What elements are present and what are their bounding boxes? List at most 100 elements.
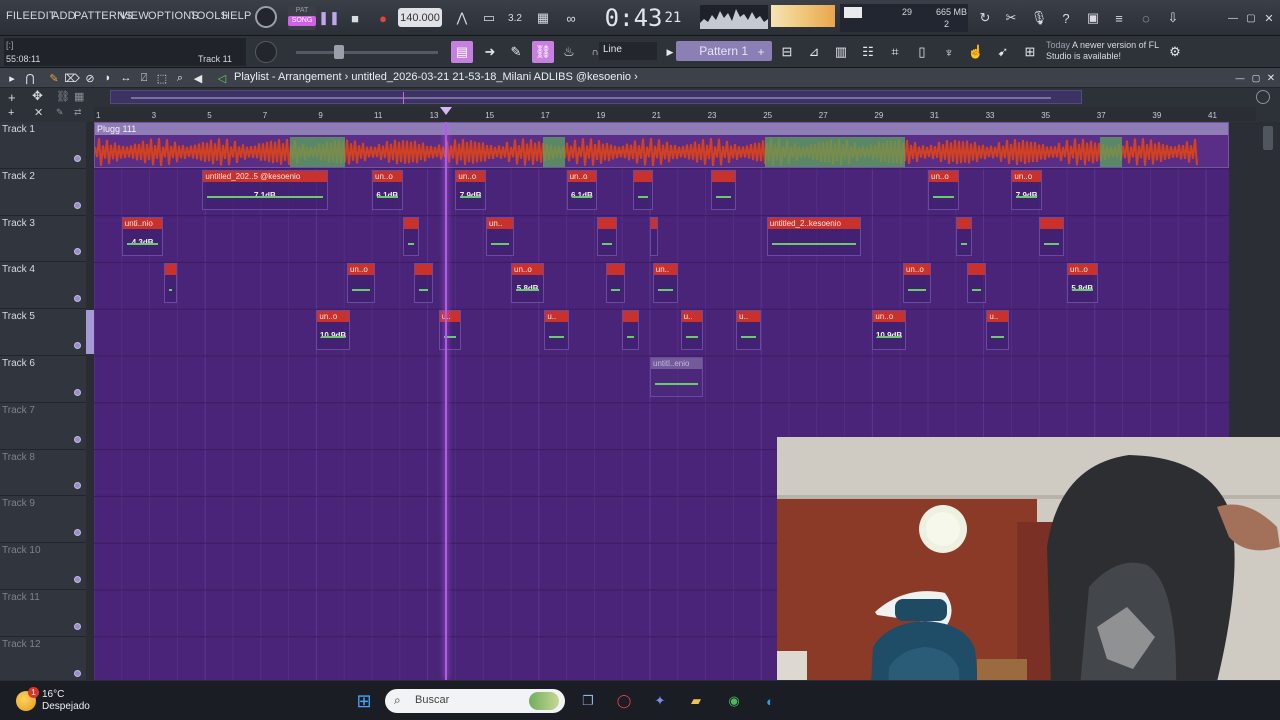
track-header[interactable]: Track 11: [0, 590, 86, 637]
pencil-tool-icon[interactable]: ✎: [46, 70, 62, 86]
track-mute-dot[interactable]: [74, 248, 81, 256]
master-volume-knob[interactable]: [255, 6, 277, 28]
chat-icon[interactable]: ◌: [1135, 7, 1157, 29]
audio-clip[interactable]: un..o: [346, 263, 375, 304]
track-scrollbar-thumb[interactable]: [86, 310, 94, 354]
track-header[interactable]: Track 2: [0, 169, 86, 216]
audio-clip[interactable]: un..: [485, 216, 514, 257]
weather-widget[interactable]: 1 16°C Despejado: [16, 687, 106, 715]
audio-clip[interactable]: u..: [438, 310, 461, 350]
track-scrollbar[interactable]: [86, 122, 94, 680]
audio-clip[interactable]: [163, 263, 178, 304]
copilot-icon[interactable]: ✦: [648, 689, 672, 713]
mute-tool-icon[interactable]: ◗: [100, 70, 116, 86]
menu-view[interactable]: VIEW: [120, 10, 149, 22]
mixer-icon[interactable]: ≡: [1108, 7, 1130, 29]
plugin-icon[interactable]: ☷: [857, 41, 879, 63]
audio-clip[interactable]: un..o6.1dB: [372, 169, 403, 210]
save-icon[interactable]: ▣: [1082, 7, 1104, 29]
track-mute-dot[interactable]: [74, 435, 81, 443]
track-mute-dot[interactable]: [74, 201, 81, 209]
cross-icon[interactable]: ✕: [34, 106, 43, 119]
playback-tool-icon[interactable]: ◀: [190, 70, 206, 86]
pause-button[interactable]: ❚❚: [318, 7, 340, 29]
audio-clip[interactable]: un..o: [902, 263, 931, 304]
track-header[interactable]: Track 6: [0, 356, 86, 403]
snap-select[interactable]: Line: [599, 42, 657, 60]
audio-clip[interactable]: [597, 216, 617, 257]
audio-clip[interactable]: u..: [736, 310, 762, 350]
piano-roll-icon[interactable]: ⊿: [803, 41, 825, 63]
audio-clip[interactable]: [402, 216, 420, 257]
audio-clip[interactable]: [955, 216, 973, 257]
audio-clip[interactable]: un..: [652, 263, 678, 304]
pointer-icon[interactable]: ☝: [965, 41, 987, 63]
audio-clip[interactable]: [650, 216, 659, 257]
audio-clip[interactable]: un..o5.8dB: [1067, 263, 1098, 304]
audio-clip[interactable]: untitled_202..5 @kesoenio7.1dB: [202, 169, 328, 210]
step-display[interactable]: 3.2: [504, 7, 526, 29]
audio-clip[interactable]: un..o7.9dB: [455, 169, 486, 210]
track-header[interactable]: Track 4: [0, 262, 86, 310]
playlist-menu-icon[interactable]: ▸: [4, 70, 20, 86]
audio-clip[interactable]: [711, 169, 737, 210]
task-view-icon[interactable]: ❐: [576, 689, 600, 713]
master-pitch-knob[interactable]: [255, 41, 277, 63]
grid-icon[interactable]: ▦: [74, 90, 84, 103]
track-header[interactable]: Track 5: [0, 309, 86, 356]
windows-start-icon[interactable]: ⊞: [352, 689, 376, 713]
stop-button[interactable]: ■: [344, 7, 366, 29]
audio-clip[interactable]: [633, 169, 653, 210]
channel-rack-icon[interactable]: ⊟: [776, 41, 798, 63]
audio-clip[interactable]: [605, 263, 625, 304]
track-header[interactable]: Track 8: [0, 450, 86, 497]
edit-small-icon[interactable]: ✎: [56, 107, 64, 118]
draw-icon[interactable]: ✎: [505, 41, 527, 63]
track-mute-dot[interactable]: [74, 482, 81, 490]
audio-clip[interactable]: un..o6.1dB: [566, 169, 598, 210]
shop-icon[interactable]: ⊞: [1019, 41, 1041, 63]
select-tool-icon[interactable]: ⬚: [154, 70, 170, 86]
audio-clip[interactable]: u..: [544, 310, 570, 350]
audio-clip[interactable]: [622, 310, 639, 350]
track-header[interactable]: Track 1: [0, 122, 86, 169]
opera-icon[interactable]: ◯: [612, 689, 636, 713]
file-icon[interactable]: ▯: [911, 41, 933, 63]
metronome-icon[interactable]: ⋀: [451, 7, 473, 29]
delete-tool-icon[interactable]: ⊘: [82, 70, 98, 86]
master-slider-handle[interactable]: [334, 45, 344, 59]
audio-clip[interactable]: [413, 263, 434, 304]
menu-file[interactable]: FILE: [6, 10, 30, 22]
audio-clip[interactable]: un..o10.9dB: [316, 310, 350, 350]
cut-icon[interactable]: ✂: [1000, 7, 1022, 29]
edge-icon[interactable]: ◐: [758, 689, 782, 713]
add-track-icon[interactable]: +: [8, 90, 16, 105]
undo-icon[interactable]: ↻: [974, 7, 996, 29]
audio-clip[interactable]: un..o5.8dB: [511, 263, 545, 304]
link-icon[interactable]: ⛓: [532, 41, 554, 63]
track-header[interactable]: Track 7: [0, 403, 86, 450]
loop-record-icon[interactable]: ∞: [560, 7, 582, 29]
slip-tool-icon[interactable]: ↔: [118, 70, 134, 86]
track-mute-dot[interactable]: [74, 388, 81, 396]
record-button[interactable]: ●: [372, 7, 394, 29]
track-header[interactable]: Track 9: [0, 496, 86, 544]
song-time-display[interactable]: 0:43 21: [588, 4, 698, 32]
playlist-view-button[interactable]: ▤: [451, 41, 473, 63]
magnet-tool-icon[interactable]: ⋂: [22, 70, 38, 86]
track-mute-dot[interactable]: [74, 529, 81, 537]
track-header[interactable]: Track 12: [0, 637, 86, 684]
track-mute-dot[interactable]: [74, 154, 81, 162]
chrome-icon[interactable]: ◉: [722, 689, 746, 713]
add-pattern-icon[interactable]: +: [752, 43, 770, 61]
settings-icon[interactable]: ⚙: [1164, 41, 1186, 63]
close-icon[interactable]: ✕: [1258, 7, 1280, 29]
audio-clip[interactable]: untitled_2..kesoenio: [766, 216, 862, 257]
wait-record-icon[interactable]: ▭: [478, 7, 500, 29]
forward-icon[interactable]: ➜: [479, 41, 501, 63]
download-icon[interactable]: ⇩: [1162, 7, 1184, 29]
audio-clip[interactable]: u..: [986, 310, 1009, 350]
plugg-pattern-clip[interactable]: Plugg 111: [94, 122, 1229, 168]
audio-clip[interactable]: [1039, 216, 1065, 257]
cpu-memory-monitor[interactable]: 29 665 MB 2: [840, 4, 968, 32]
